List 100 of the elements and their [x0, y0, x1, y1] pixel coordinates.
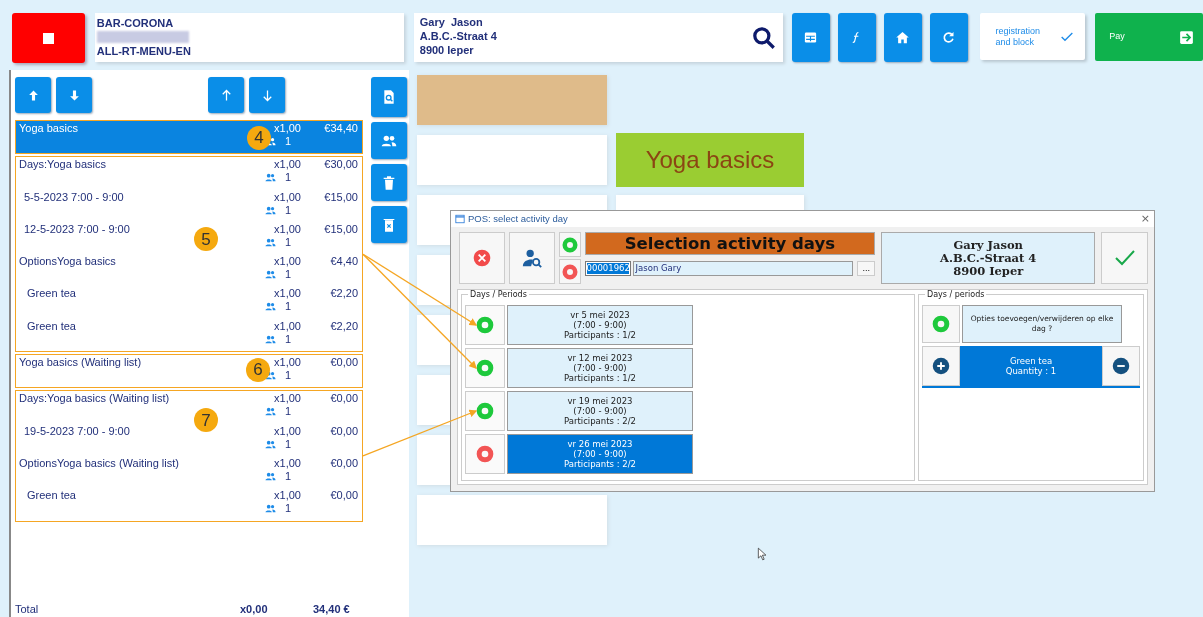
dialog-title: POS: select activity day: [468, 211, 569, 226]
refresh-button[interactable]: [929, 13, 968, 62]
home-button[interactable]: [883, 13, 922, 62]
quantity: x1,00: [274, 424, 301, 438]
day-toggle-button[interactable]: [465, 305, 505, 345]
search-button[interactable]: [750, 24, 777, 51]
close-icon: [471, 248, 492, 268]
people-icon: [264, 470, 276, 482]
plus-icon: [932, 357, 950, 375]
select-all-button[interactable]: [558, 232, 581, 257]
customer-card-line: Gary Jason: [952, 238, 1024, 252]
refresh-icon: [941, 30, 957, 45]
people-count: 1: [264, 300, 291, 314]
product-tile[interactable]: [417, 135, 607, 185]
deselect-all-button[interactable]: [558, 259, 581, 284]
ring-icon: [475, 315, 495, 335]
increase-button[interactable]: [922, 346, 960, 386]
quantity: x1,00: [274, 392, 301, 406]
product-tile[interactable]: [417, 495, 607, 545]
quantity: x1,00: [274, 122, 301, 135]
preview-button[interactable]: [371, 77, 407, 117]
people-count: 1: [264, 469, 291, 483]
product-tile[interactable]: [417, 75, 607, 125]
day-option[interactable]: vr 12 mei 2023 (7:00 - 9:00) Participants : 1/2: [507, 348, 693, 388]
move-button[interactable]: [249, 77, 285, 113]
total-label: Total: [15, 602, 40, 617]
people-count: 1: [264, 332, 291, 346]
day-toggle-button[interactable]: [465, 391, 505, 431]
quantity: x1,00: [274, 456, 301, 470]
people-icon: [264, 236, 276, 248]
move-button[interactable]: [56, 77, 92, 113]
people-icon: [264, 406, 276, 418]
price: €4,40: [330, 255, 358, 269]
product-tile[interactable]: Yoga basics: [616, 133, 804, 187]
move-button[interactable]: [15, 77, 51, 113]
home-icon: [895, 30, 911, 45]
order-item-name: Green tea: [26, 489, 77, 503]
price: €2,20: [330, 287, 358, 301]
price: €0,00: [330, 489, 358, 503]
customer-card-line: 8900 Ieper: [952, 264, 1025, 278]
delete-button[interactable]: [371, 164, 407, 201]
confirm-button[interactable]: [1101, 232, 1148, 284]
participants-button[interactable]: [371, 122, 407, 159]
stop-icon: [42, 32, 54, 44]
order-item-name: 19-5-2023 7:00 - 9:00: [23, 424, 131, 438]
move-button[interactable]: [208, 77, 244, 113]
people-icon: [264, 204, 276, 216]
day-option[interactable]: vr 19 mei 2023 (7:00 - 9:00) Participants : 2/2: [507, 391, 693, 431]
browse-button[interactable]: ...: [857, 261, 876, 276]
menu-name: ALL-RT-MENU-EN: [96, 44, 192, 58]
price: €0,00: [330, 392, 358, 406]
customer-id-field[interactable]: 00001962: [584, 261, 631, 276]
customer-search-button[interactable]: [508, 232, 555, 284]
window-icon: [455, 214, 465, 224]
clear-button[interactable]: [371, 206, 407, 243]
order-item-name: OptionsYoga basics (Waiting list): [19, 456, 180, 470]
people-icon: [264, 503, 276, 515]
options-toggle-button[interactable]: [922, 305, 960, 343]
day-option[interactable]: vr 5 mei 2023 (7:00 - 9:00) Participants : 1/2: [507, 305, 693, 345]
store-name: BAR-CORONA: [96, 16, 175, 30]
total-quantity: x0,00: [240, 602, 269, 617]
day-option[interactable]: vr 26 mei 2023 (7:00 - 9:00) Participants : 2/2: [507, 434, 693, 474]
quantity: x1,00: [274, 356, 301, 370]
registration-button[interactable]: registration and block: [979, 13, 1086, 60]
ring-icon: [475, 401, 495, 421]
close-button[interactable]: ×: [1140, 214, 1150, 224]
table-view-button[interactable]: [791, 13, 830, 62]
people-count: 1: [264, 268, 291, 282]
group-legend: Days / Periods: [468, 290, 529, 299]
day-toggle-button[interactable]: [465, 434, 505, 474]
decrease-button[interactable]: [1102, 346, 1140, 386]
trash-icon: [381, 174, 397, 191]
pay-button[interactable]: Pay: [1095, 13, 1203, 61]
arrow-right-icon: [1178, 28, 1195, 46]
order-item-name: OptionsYoga basics: [19, 255, 117, 269]
stop-button[interactable]: [12, 13, 85, 63]
people-icon: [264, 301, 276, 313]
people-count: 1: [264, 437, 291, 451]
people-icon: [264, 333, 276, 345]
cancel-button[interactable]: [459, 232, 505, 284]
quantity: x1,00: [274, 222, 301, 236]
day-toggle-button[interactable]: [465, 348, 505, 388]
price: €0,00: [330, 424, 358, 438]
trash-x-icon: [381, 216, 397, 233]
quantity: x1,00: [274, 489, 301, 503]
customer-address-line: 8900 Ieper: [419, 43, 475, 57]
dialog-heading: Selection activity days: [584, 232, 876, 255]
customer-name-field[interactable]: Jason Gary: [632, 261, 854, 276]
people-icon: [264, 438, 276, 450]
search-icon: [750, 24, 777, 51]
order-item-name: Yoga basics (Waiting list): [19, 356, 143, 370]
quantity: x1,00: [274, 255, 301, 269]
price: €34,40: [324, 122, 358, 135]
function-button[interactable]: [837, 13, 876, 62]
price: €0,00: [330, 356, 358, 370]
ring-icon: [560, 262, 579, 281]
document-search-icon: [381, 89, 397, 105]
ring-icon: [560, 235, 579, 254]
people-icon: [264, 269, 276, 281]
ring-icon: [475, 444, 495, 464]
